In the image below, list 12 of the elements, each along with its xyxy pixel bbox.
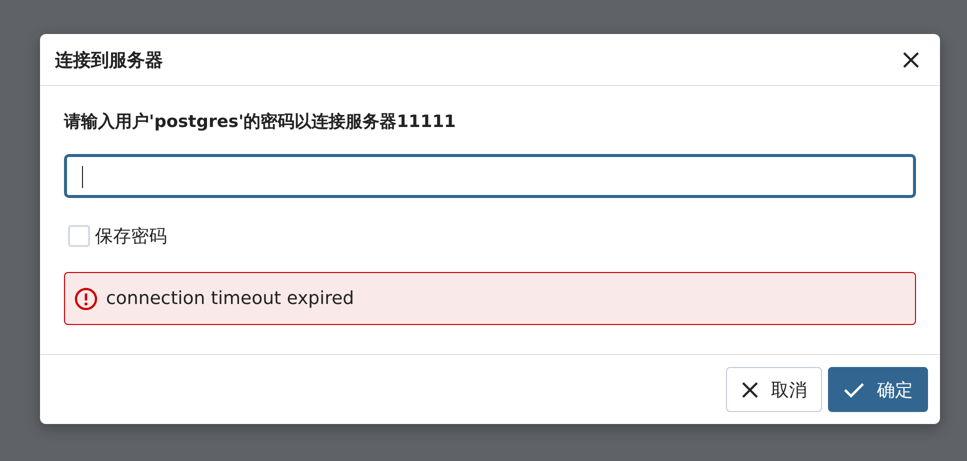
close-icon [741,380,759,398]
cancel-button[interactable]: 取消 [726,367,822,412]
alert-icon [74,286,98,310]
error-message: connection timeout expired [106,288,354,309]
ok-button[interactable]: 确定 [828,367,928,412]
close-icon [902,50,920,68]
checkbox[interactable] [68,225,90,247]
check-icon [843,380,865,398]
prompt-text: 请输入用户'postgres'的密码以连接服务器11111 [64,111,457,134]
checkbox-label[interactable]: 保存密码 [95,224,167,248]
dialog-title: 连接到服务器 [55,48,163,72]
password-field[interactable] [64,154,916,198]
